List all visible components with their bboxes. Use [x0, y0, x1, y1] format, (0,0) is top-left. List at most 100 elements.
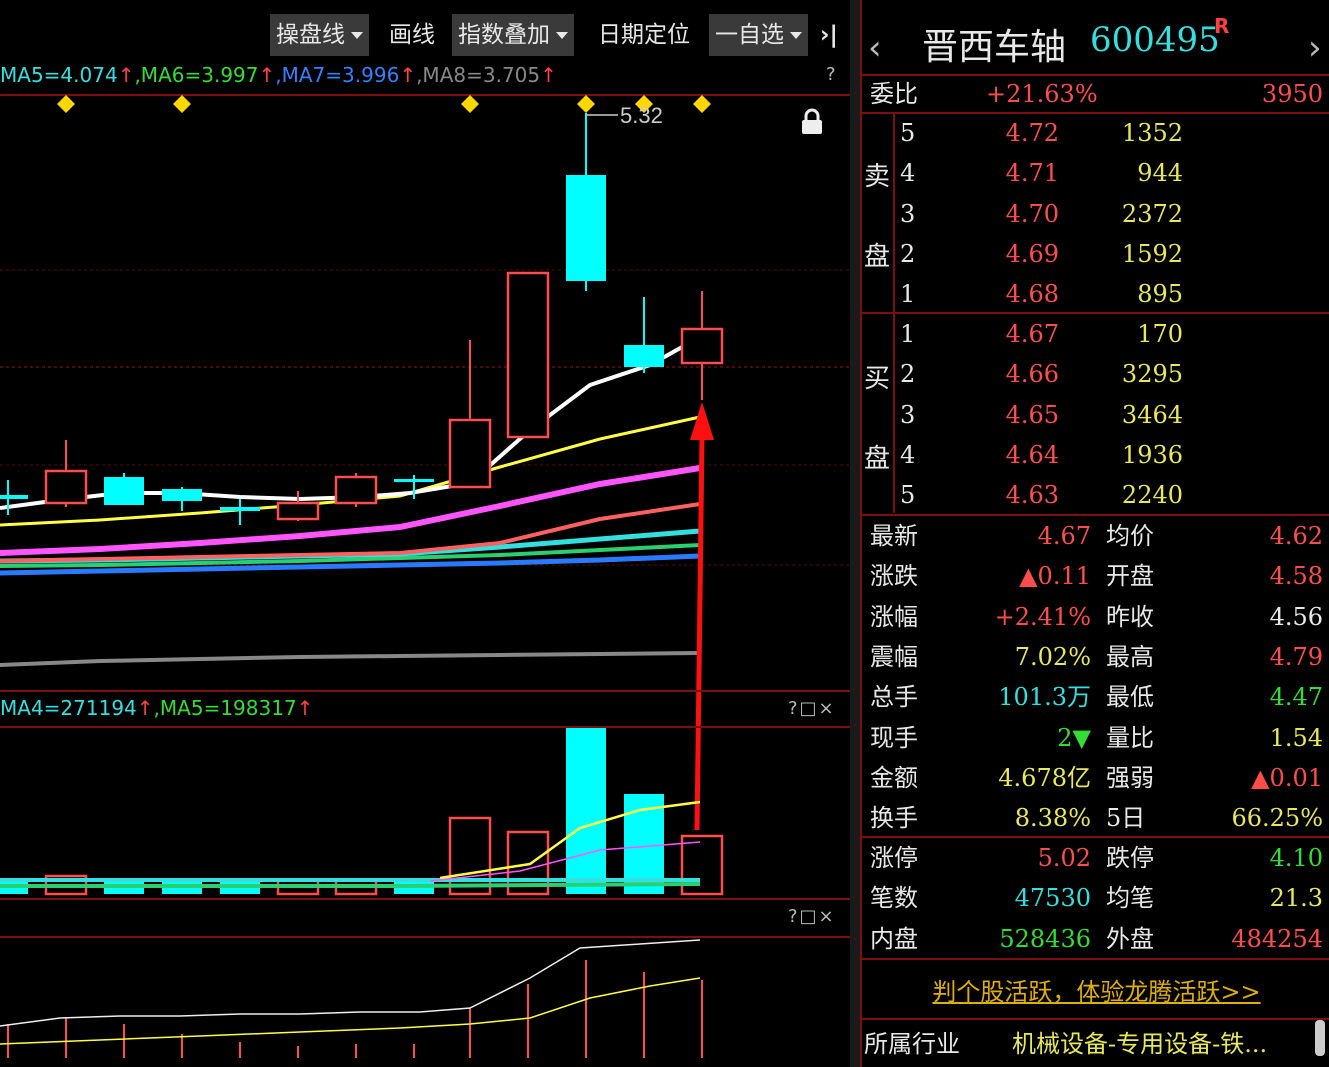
sell-level-row[interactable]: 1 4.68 895: [862, 274, 1329, 314]
vol-line-segment: ↑: [296, 696, 314, 720]
stat-label: 外盘: [1106, 924, 1154, 953]
stat-value: 21.3: [1269, 884, 1323, 913]
volume-bars[interactable]: [0, 728, 724, 896]
level-number: 4: [900, 440, 916, 469]
candle-body[interactable]: [44, 469, 88, 505]
watchlist-dropdown[interactable]: 一自选: [709, 14, 808, 56]
industry-row[interactable]: 所属行业 机械设备-专用设备-铁...: [862, 1022, 1329, 1067]
candlesticks[interactable]: [0, 113, 724, 525]
prev-stock-icon[interactable]: ‹: [868, 28, 882, 68]
stat-value: 4.56: [1269, 602, 1323, 631]
event-marker-icon[interactable]: [693, 95, 711, 113]
ma-line-segment: ↑: [540, 63, 557, 87]
sell-level-row[interactable]: 5 4.72 1352: [862, 113, 1329, 153]
candle-body[interactable]: [394, 479, 434, 482]
limits-row: 内盘 528436 外盘 484254: [862, 919, 1329, 959]
level-price: 4.67: [1005, 320, 1059, 348]
candle-body[interactable]: [104, 477, 144, 505]
candle-body[interactable]: [276, 501, 320, 521]
event-markers[interactable]: [57, 95, 711, 113]
candle-body[interactable]: [680, 327, 724, 365]
stat-label: 跌停: [1106, 844, 1154, 872]
candle-body[interactable]: [0, 495, 28, 499]
stat-label: 笔数: [870, 884, 918, 913]
ma-help-icon[interactable]: ?: [826, 64, 838, 85]
stock-header: ‹ 晋西车轴 600495 R ›: [862, 14, 1329, 70]
volume-pane[interactable]: [0, 728, 850, 898]
weibi-label: 委比: [870, 80, 918, 108]
indicator-pane[interactable]: [0, 938, 850, 1066]
stat-label: 总手: [870, 683, 918, 712]
caopan-line-label: 操盘线: [276, 22, 345, 48]
level-number: 2: [900, 239, 916, 268]
kline-chart-area[interactable]: 操盘线 画线 指数叠加 日期定位 一自选 ›| MA5=4.074 ↑ ,MA6=3…: [0, 0, 850, 1067]
event-marker-icon[interactable]: [461, 95, 479, 113]
ma-line-segment: ,MA6=3.997: [134, 63, 259, 87]
next-stock-icon[interactable]: ›: [1308, 28, 1322, 68]
buy-level-row[interactable]: 3 4.65 3464: [862, 395, 1329, 435]
caopan-line-dropdown[interactable]: 操盘线: [270, 14, 369, 56]
stat-label: 5日: [1106, 804, 1146, 833]
stat-value: 8.38%: [1014, 804, 1091, 833]
sell-level-row[interactable]: 3 4.70 2372: [862, 194, 1329, 234]
candle-body[interactable]: [448, 418, 492, 489]
limits-row: 笔数 47530 均笔 21.3: [862, 878, 1329, 918]
pane-separator: [0, 690, 850, 692]
candle-body[interactable]: [566, 175, 606, 281]
stat-label: 开盘: [1106, 562, 1154, 591]
stat-value: 5.02: [1037, 844, 1091, 872]
stat-value: 4.58: [1269, 562, 1323, 591]
indicator-pane-tools[interactable]: ?□×: [788, 906, 836, 927]
level-volume: 944: [1137, 159, 1183, 188]
stat-label: 涨停: [870, 844, 918, 872]
limits-row: 涨停 5.02 跌停 4.10: [862, 838, 1329, 878]
sell-level-row[interactable]: 2 4.69 1592: [862, 234, 1329, 274]
event-marker-icon[interactable]: [577, 95, 595, 113]
volume-bar[interactable]: [566, 728, 606, 894]
ma-line-segment: ,MA8=3.705: [416, 63, 541, 87]
price-pane[interactable]: 5.32: [0, 95, 850, 690]
event-marker-icon[interactable]: [173, 95, 191, 113]
divider-line: [862, 1018, 1329, 1020]
candle-body[interactable]: [334, 475, 378, 505]
index-overlay-dropdown[interactable]: 指数叠加: [452, 14, 574, 56]
lock-icon[interactable]: [802, 108, 822, 134]
draw-line-button[interactable]: 画线: [383, 14, 441, 56]
collapse-panel-button[interactable]: ›|: [814, 14, 844, 56]
stats-row: 涨幅 +2.41% 昨收 4.56: [862, 597, 1329, 637]
date-locate-button[interactable]: 日期定位: [592, 14, 696, 56]
candle-body[interactable]: [506, 271, 550, 439]
stat-label: 换手: [870, 804, 918, 833]
stat-label: 最高: [1106, 642, 1154, 671]
level-price: 4.63: [1005, 481, 1059, 510]
buy-level-row[interactable]: 1 4.67 170: [862, 314, 1329, 354]
volume-pane-tools[interactable]: ?□×: [788, 698, 836, 719]
buy-level-row[interactable]: 2 4.66 3295: [862, 354, 1329, 394]
stats-row: 换手 8.38% 5日 66.25%: [862, 798, 1329, 838]
candle-body[interactable]: [220, 507, 260, 511]
level-number: 3: [900, 199, 916, 228]
buy-level-row[interactable]: 4 4.64 1936: [862, 435, 1329, 475]
ma-line-segment: ↑: [399, 63, 417, 87]
event-marker-icon[interactable]: [57, 95, 75, 113]
stats-row: 涨跌 ▲0.11 开盘 4.58: [862, 556, 1329, 596]
scrollbar-thumb[interactable]: [1315, 1020, 1325, 1056]
sell-level-row[interactable]: 4 4.71 944: [862, 153, 1329, 193]
candle-body[interactable]: [162, 489, 202, 501]
stat-value: ▲0.11: [1019, 562, 1091, 591]
industry-value[interactable]: 机械设备-专用设备-铁...: [1012, 1022, 1267, 1067]
promo-link[interactable]: 判个股活跃，体验龙腾活跃>>: [862, 972, 1329, 1007]
level-number: 4: [900, 159, 916, 188]
level-volume: 1352: [1121, 119, 1183, 147]
candle-body[interactable]: [624, 345, 664, 367]
ma-line-segment: MA5=4.074: [0, 63, 118, 87]
stats-row: 现手 2▼ 量比 1.54: [862, 718, 1329, 758]
stat-value: 2▼: [1057, 723, 1091, 752]
panel-divider[interactable]: [850, 0, 860, 1067]
indicator-bars: [7, 960, 703, 1058]
level-price: 4.71: [1005, 159, 1059, 188]
stock-name: 晋西车轴: [922, 27, 1067, 68]
volume-bar[interactable]: [448, 816, 492, 896]
buy-level-row[interactable]: 5 4.63 2240: [862, 475, 1329, 515]
stat-value: 4.62: [1269, 522, 1323, 550]
